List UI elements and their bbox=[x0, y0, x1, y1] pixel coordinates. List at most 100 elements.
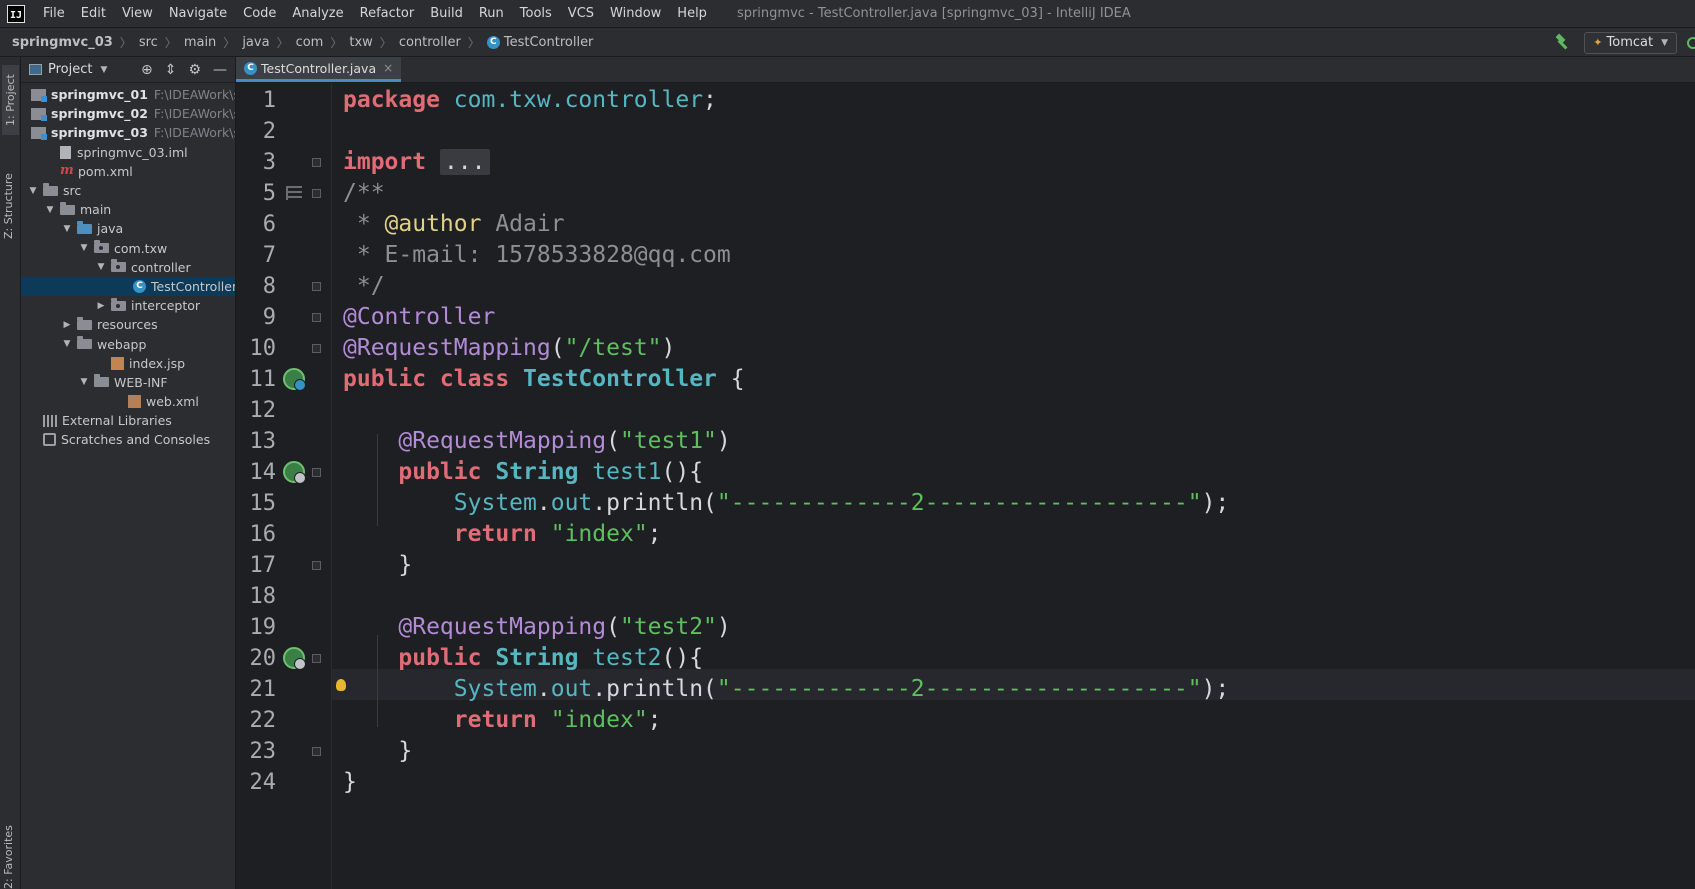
tree-item-springmvc-03-iml[interactable]: springmvc_03.iml bbox=[21, 143, 235, 162]
chevron-down-icon[interactable]: ▼ bbox=[100, 65, 107, 75]
tree-item-springmvc-02[interactable]: springmvc_02 F:\IDEAWork\sprin bbox=[21, 104, 235, 123]
fold-toggle-icon[interactable] bbox=[312, 313, 321, 322]
code-token: @Controller bbox=[343, 304, 496, 330]
menu-file[interactable]: File bbox=[35, 6, 73, 21]
fold-toggle-icon[interactable] bbox=[312, 282, 321, 291]
tree-item-springmvc-01[interactable]: springmvc_01 F:\IDEAWork\sprin bbox=[21, 85, 235, 104]
code-token: "index" bbox=[550, 707, 648, 733]
menu-refactor[interactable]: Refactor bbox=[352, 6, 423, 21]
menu-code[interactable]: Code bbox=[235, 6, 284, 21]
tree-item-springmvc-03[interactable]: springmvc_03 F:\IDEAWork\sprin bbox=[21, 123, 235, 142]
menu-window[interactable]: Window bbox=[602, 6, 669, 21]
spring-class-gutter-icon[interactable] bbox=[283, 368, 306, 391]
menu-vcs[interactable]: VCS bbox=[560, 6, 602, 21]
fold-toggle-icon[interactable] bbox=[312, 468, 321, 477]
code-token: System bbox=[453, 676, 537, 702]
folded-imports[interactable]: ... bbox=[439, 149, 490, 175]
run-configuration-selector[interactable]: ✦ Tomcat ▼ bbox=[1584, 31, 1677, 54]
project-view-selector[interactable]: Project bbox=[48, 62, 92, 77]
tree-item-com-txw[interactable]: ▼ com.txw bbox=[21, 239, 235, 258]
code-token: * bbox=[343, 211, 385, 237]
tree-item-testcontroller[interactable]: C TestController bbox=[21, 276, 235, 297]
tab-label: TestController.java bbox=[261, 60, 377, 76]
expanded-arrow-icon[interactable]: ▼ bbox=[61, 339, 73, 349]
locate-target-icon[interactable]: ⊕ bbox=[141, 62, 153, 78]
tab-testcontroller-java[interactable]: C TestController.java × bbox=[236, 57, 402, 82]
code-token: public bbox=[398, 459, 482, 485]
editor-tab-bar: C TestController.java × bbox=[236, 57, 1695, 83]
tree-item-web-xml[interactable]: web.xml bbox=[21, 392, 235, 411]
code-editor[interactable]: 1 package com.txw.controller; 2 3 import ...… bbox=[236, 83, 1695, 889]
spring-web-gutter-icon[interactable] bbox=[283, 647, 306, 670]
breadcrumb-item[interactable]: C TestController bbox=[486, 34, 594, 50]
code-token: @RequestMapping bbox=[343, 335, 551, 361]
code-line: 18 bbox=[236, 581, 1695, 612]
code-line: 17 } bbox=[236, 550, 1695, 581]
code-token: "-------------2-------------------" bbox=[716, 676, 1202, 702]
breadcrumb-item[interactable]: java bbox=[242, 35, 269, 50]
render-doc-icon[interactable] bbox=[286, 186, 302, 200]
menu-run[interactable]: Run bbox=[471, 6, 512, 21]
code-token: } bbox=[343, 738, 413, 764]
expanded-arrow-icon[interactable]: ▼ bbox=[78, 243, 90, 253]
menu-help[interactable]: Help bbox=[669, 6, 715, 21]
tree-item-web-inf[interactable]: ▼ WEB-INF bbox=[21, 373, 235, 392]
tree-item-java[interactable]: ▼ java bbox=[21, 219, 235, 238]
expanded-arrow-icon[interactable]: ▼ bbox=[44, 205, 56, 215]
code-line: 2 bbox=[236, 116, 1695, 147]
breadcrumb-item[interactable]: com bbox=[296, 35, 324, 50]
tree-item-external-libraries[interactable]: External Libraries bbox=[21, 411, 235, 430]
menu-analyze[interactable]: Analyze bbox=[284, 6, 351, 21]
code-token: com.txw.controller bbox=[453, 87, 704, 113]
tree-item-scratches-and-consoles[interactable]: Scratches and Consoles bbox=[21, 430, 235, 449]
expanded-arrow-icon[interactable]: ▼ bbox=[95, 262, 107, 272]
tool-window-favorites-button[interactable]: 2: Favorites bbox=[2, 817, 15, 889]
breadcrumb-item[interactable]: txw bbox=[349, 35, 372, 50]
breadcrumb-item[interactable]: controller bbox=[399, 35, 461, 50]
tree-item-pom-xml[interactable]: m pom.xml bbox=[21, 162, 235, 181]
fold-toggle-icon[interactable] bbox=[312, 158, 321, 167]
build-hammer-icon[interactable] bbox=[1554, 34, 1572, 52]
breadcrumb-label: controller bbox=[398, 34, 461, 50]
tree-item-label: web.xml bbox=[146, 394, 199, 410]
collapsed-arrow-icon[interactable]: ▶ bbox=[95, 301, 107, 311]
breadcrumb-item[interactable]: main bbox=[184, 35, 216, 50]
tree-item-label: src bbox=[63, 183, 82, 199]
expanded-arrow-icon[interactable]: ▼ bbox=[78, 377, 90, 387]
fold-toggle-icon[interactable] bbox=[312, 189, 321, 198]
tree-item-webapp[interactable]: ▼ webapp bbox=[21, 334, 235, 353]
collapse-all-icon[interactable]: ⇕ bbox=[165, 62, 177, 78]
spring-web-gutter-icon[interactable] bbox=[283, 461, 306, 484]
breadcrumb-item[interactable]: src bbox=[139, 35, 158, 50]
breadcrumb-item[interactable]: springmvc_03 bbox=[12, 35, 113, 50]
tree-item-resources[interactable]: ▶ resources bbox=[21, 315, 235, 334]
tree-item-src[interactable]: ▼ src bbox=[21, 181, 235, 200]
tree-item-controller[interactable]: ▼ controller bbox=[21, 258, 235, 277]
tree-item-index-jsp[interactable]: index.jsp bbox=[21, 354, 235, 373]
fold-toggle-icon[interactable] bbox=[312, 561, 321, 570]
tool-window-project-button[interactable]: 1: Project bbox=[2, 65, 19, 135]
gear-icon[interactable]: ⚙ bbox=[188, 62, 201, 78]
run-icon[interactable] bbox=[1687, 36, 1695, 49]
menu-build[interactable]: Build bbox=[422, 6, 471, 21]
menu-navigate[interactable]: Navigate bbox=[161, 6, 235, 21]
code-text: @Controller bbox=[343, 302, 495, 333]
hide-panel-icon[interactable]: — bbox=[213, 62, 227, 78]
menu-tools[interactable]: Tools bbox=[512, 6, 560, 21]
tree-item-main[interactable]: ▼ main bbox=[21, 200, 235, 219]
tree-item-interceptor[interactable]: ▶ interceptor bbox=[21, 296, 235, 315]
fold-toggle-icon[interactable] bbox=[312, 654, 321, 663]
close-icon[interactable]: × bbox=[383, 61, 393, 75]
tree-item-label: com.txw bbox=[114, 240, 168, 256]
navigation-bar: springmvc_03 〉 src 〉 main 〉 java 〉 com 〉 txw 〉 contr… bbox=[0, 28, 1695, 57]
expanded-arrow-icon[interactable]: ▼ bbox=[27, 186, 39, 196]
collapsed-arrow-icon[interactable]: ▶ bbox=[61, 320, 73, 330]
line-number: 19 bbox=[249, 615, 277, 640]
menu-view[interactable]: View bbox=[114, 6, 161, 21]
fold-toggle-icon[interactable] bbox=[312, 344, 321, 353]
tool-window-structure-button[interactable]: Z: Structure bbox=[2, 149, 15, 239]
expanded-arrow-icon[interactable]: ▼ bbox=[61, 224, 73, 234]
menu-edit[interactable]: Edit bbox=[73, 6, 114, 21]
fold-toggle-icon[interactable] bbox=[312, 747, 321, 756]
breadcrumb-label: TestController bbox=[503, 34, 594, 50]
